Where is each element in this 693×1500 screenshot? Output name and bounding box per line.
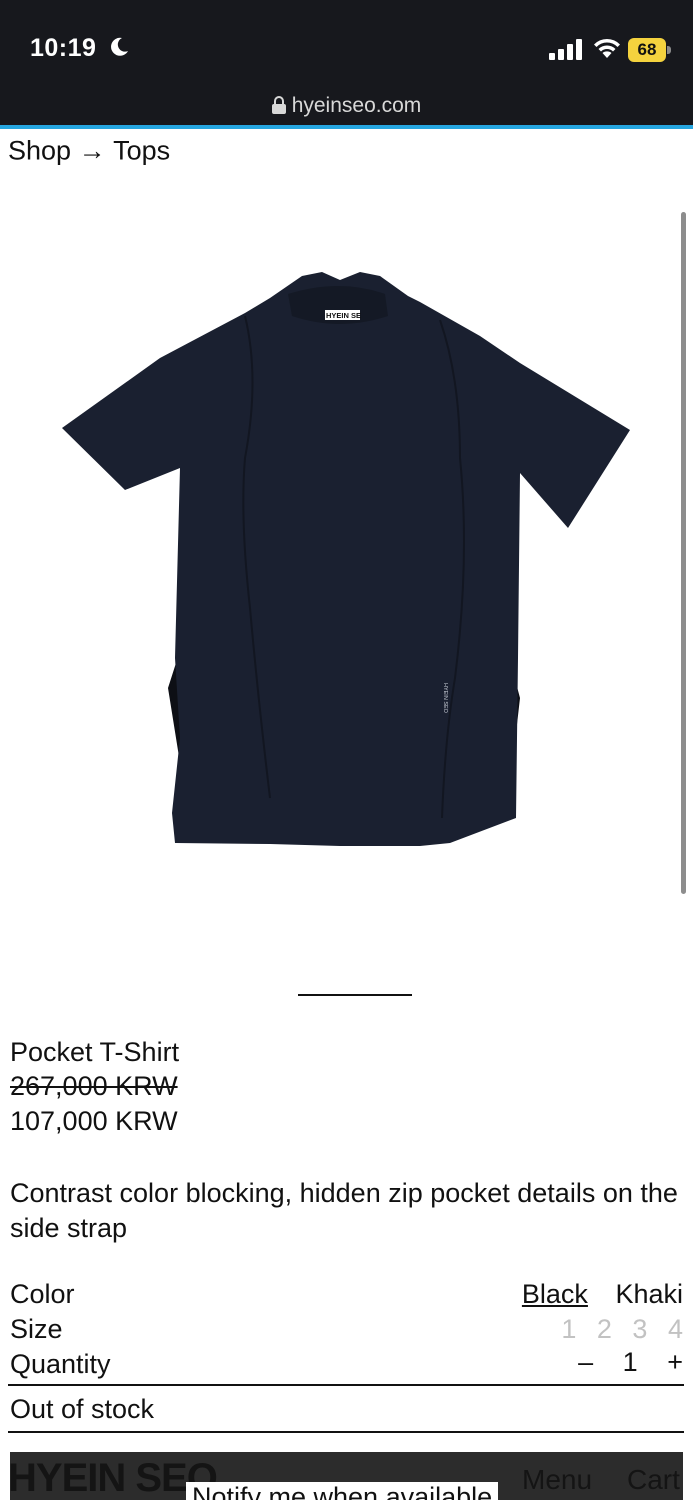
status-bar: 10:19 68 hyeinseo.com xyxy=(0,0,693,127)
breadcrumb: Shop → Tops xyxy=(8,134,170,166)
size-option-3[interactable]: 3 xyxy=(632,1314,647,1344)
tshirt-body xyxy=(62,272,630,846)
quantity-increase-button[interactable]: + xyxy=(667,1347,683,1377)
quantity-label: Quantity xyxy=(10,1349,111,1379)
product-image[interactable]: HYEIN SE HYEIN SEO xyxy=(40,258,650,858)
breadcrumb-tops[interactable]: Tops xyxy=(113,135,170,165)
size-label: Size xyxy=(10,1314,63,1344)
color-label: Color xyxy=(10,1279,75,1309)
cellular-signal-icon xyxy=(549,39,582,60)
notify-me-button[interactable]: Notify me when available xyxy=(186,1482,499,1500)
sale-price: 107,000 KRW xyxy=(10,1106,178,1136)
divider xyxy=(8,1431,684,1433)
product-description: Contrast color blocking, hidden zip pock… xyxy=(10,1178,678,1243)
size-options: 1 2 3 4 xyxy=(548,1314,683,1345)
url-text: hyeinseo.com xyxy=(291,94,422,117)
menu-button[interactable]: Menu xyxy=(522,1464,592,1496)
quantity-stepper: – 1 + xyxy=(556,1347,683,1378)
wifi-icon xyxy=(594,38,620,58)
size-option-1[interactable]: 1 xyxy=(561,1314,576,1344)
product-title: Pocket T-Shirt xyxy=(10,1037,180,1067)
neck-label: HYEIN SE xyxy=(326,311,361,320)
arrow-right-icon: → xyxy=(78,135,106,166)
quantity-decrease-button[interactable]: – xyxy=(578,1347,593,1377)
color-option-black[interactable]: Black xyxy=(522,1279,588,1309)
side-logo: HYEIN SEO xyxy=(442,683,448,714)
url-bar[interactable]: hyeinseo.com xyxy=(0,94,693,118)
color-options: Black Khaki xyxy=(502,1279,683,1310)
size-option-4[interactable]: 4 xyxy=(668,1314,683,1344)
status-time: 10:19 xyxy=(30,34,97,62)
breadcrumb-shop[interactable]: Shop xyxy=(8,135,71,165)
scrollbar[interactable] xyxy=(681,212,686,894)
quantity-value: 1 xyxy=(622,1347,638,1377)
divider xyxy=(8,1384,684,1386)
battery-level: 68 xyxy=(628,38,666,62)
cart-button[interactable]: Cart xyxy=(627,1464,680,1496)
battery-icon: 68 xyxy=(628,38,672,62)
bottom-bar: HYEIN SEO Notify me when available Menu … xyxy=(10,1452,683,1500)
stock-status: Out of stock xyxy=(10,1394,155,1424)
color-option-khaki[interactable]: Khaki xyxy=(615,1279,683,1309)
image-carousel-indicator[interactable] xyxy=(298,994,412,996)
moon-icon xyxy=(111,37,128,56)
lock-icon xyxy=(271,96,286,114)
size-option-2[interactable]: 2 xyxy=(597,1314,612,1344)
page-load-indicator xyxy=(0,125,693,129)
original-price: 267,000 KRW xyxy=(10,1071,178,1101)
